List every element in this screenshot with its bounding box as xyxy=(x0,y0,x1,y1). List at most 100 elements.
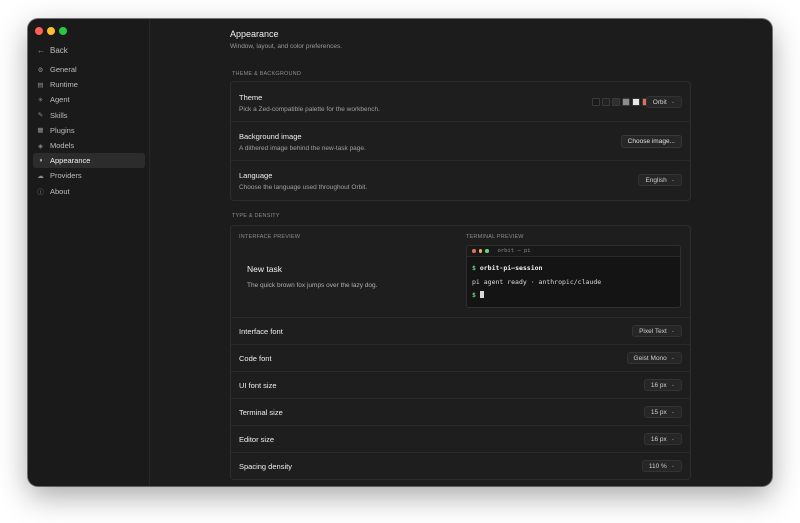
setting-value: Pixel Text xyxy=(639,327,667,335)
theme-select[interactable]: Orbit ⌄ xyxy=(645,96,682,108)
terminal-line-1: $ orbit-pi—session xyxy=(472,262,675,276)
sidebar-item-label: Agent xyxy=(50,95,70,105)
theme-swatch[interactable] xyxy=(612,98,620,106)
terminal-title: orbit — pi xyxy=(497,248,531,254)
setting-select[interactable]: 16 px ⌄ xyxy=(643,433,682,445)
setting-title: Code font xyxy=(239,354,272,363)
type-card: INTERFACE PREVIEW TERMINAL PREVIEW New t… xyxy=(230,225,691,480)
type-settings-list: Interface font Pixel Text ⌄ Code font Geist … xyxy=(231,318,690,480)
theme-swatch[interactable] xyxy=(602,98,610,106)
language-select[interactable]: English ⌄ xyxy=(638,174,682,186)
chevron-down-icon: ⌄ xyxy=(670,177,675,183)
close-window-button[interactable] xyxy=(35,27,43,35)
sidebar-item-label: About xyxy=(50,186,70,196)
preview-row: INTERFACE PREVIEW TERMINAL PREVIEW New t… xyxy=(231,226,690,318)
gear-icon: ⚙ xyxy=(37,66,44,74)
preview-text: The quick brown fox jumps over the lazy … xyxy=(247,282,378,289)
background-row: Background image A dithered image behind… xyxy=(231,122,690,161)
setting-select[interactable]: 16 px ⌄ xyxy=(643,379,682,391)
zoom-window-button[interactable] xyxy=(59,27,67,35)
chevron-down-icon: ⌄ xyxy=(670,99,675,105)
agent-icon: ✳ xyxy=(37,96,44,104)
terminal-preview: orbit — pi $ orbit-pi—session pi agent r… xyxy=(466,245,681,308)
sidebar-item-plugins[interactable]: ▦ Plugins xyxy=(33,123,145,138)
background-description: A dithered image behind the new-task pag… xyxy=(239,145,366,152)
setting-value: 15 px xyxy=(650,408,667,416)
setting-select[interactable]: 15 px ⌄ xyxy=(643,406,682,418)
setting-row: Interface font Pixel Text ⌄ xyxy=(231,318,690,345)
theme-description: Pick a Zed-compatible palette for the wo… xyxy=(239,106,380,113)
setting-row: Editor size 16 px ⌄ xyxy=(231,426,690,453)
setting-title: Spacing density xyxy=(239,462,292,471)
setting-select[interactable]: 110 % ⌄ xyxy=(641,460,682,472)
setting-value: Geist Mono xyxy=(633,354,667,362)
settings-window: ← Back ⚙ General ▤ Runtime ✳ Agent ✎ Skills ▦ Plu… xyxy=(28,19,772,486)
setting-value: 16 px xyxy=(650,381,667,389)
skills-icon: ✎ xyxy=(37,112,44,120)
sidebar-item-agent[interactable]: ✳ Agent xyxy=(33,92,145,107)
interface-preview-label: INTERFACE PREVIEW xyxy=(239,234,301,240)
sidebar-item-label: General xyxy=(50,65,77,75)
setting-row: Terminal size 15 px ⌄ xyxy=(231,399,690,426)
sidebar-item-label: Providers xyxy=(50,171,82,181)
language-description: Choose the language used throughout Orbi… xyxy=(239,184,368,191)
sidebar-item-label: Plugins xyxy=(50,125,75,135)
page-title: Appearance xyxy=(230,29,279,39)
cloud-icon: ☁ xyxy=(37,172,44,180)
sidebar-item-label: Runtime xyxy=(50,80,78,90)
terminal-prompt: $ xyxy=(472,264,476,272)
language-value: English xyxy=(645,176,667,184)
terminal-cursor xyxy=(479,291,484,298)
arrow-left-icon: ← xyxy=(37,46,45,55)
terminal-dot-red xyxy=(472,249,476,253)
setting-title: Editor size xyxy=(239,435,275,444)
back-label: Back xyxy=(50,46,68,55)
setting-row: UI font size 16 px ⌄ xyxy=(231,372,690,399)
theme-row: Theme Pick a Zed-compatible palette for … xyxy=(231,82,690,122)
setting-select[interactable]: Geist Mono ⌄ xyxy=(626,352,682,364)
setting-value: 16 px xyxy=(650,435,667,443)
sidebar-item-about[interactable]: ⓘ About xyxy=(33,184,145,199)
terminal-dot-green xyxy=(485,249,489,253)
theme-swatches xyxy=(592,98,650,106)
setting-row: Code font Geist Mono ⌄ xyxy=(231,345,690,372)
window-controls xyxy=(35,27,67,35)
theme-swatch[interactable] xyxy=(632,98,640,106)
theme-swatch[interactable] xyxy=(592,98,600,106)
sidebar-item-models[interactable]: ◈ Models xyxy=(33,138,145,153)
preview-title: New task xyxy=(247,264,282,274)
chevron-down-icon: ⌄ xyxy=(670,436,675,442)
plugins-icon: ▦ xyxy=(37,127,44,135)
setting-title: Terminal size xyxy=(239,408,283,417)
chevron-down-icon: ⌄ xyxy=(670,409,675,415)
sidebar-item-runtime[interactable]: ▤ Runtime xyxy=(33,77,145,92)
theme-swatch[interactable] xyxy=(622,98,630,106)
setting-select[interactable]: Pixel Text ⌄ xyxy=(632,325,682,337)
chevron-down-icon: ⌄ xyxy=(670,463,675,469)
info-icon: ⓘ xyxy=(37,189,44,197)
terminal-prompt: $ xyxy=(472,291,476,299)
terminal-preview-label: TERMINAL PREVIEW xyxy=(466,234,524,240)
chevron-down-icon: ⌄ xyxy=(670,355,675,361)
minimize-window-button[interactable] xyxy=(47,27,55,35)
terminal-line-3: $ xyxy=(472,289,675,303)
setting-title: UI font size xyxy=(239,381,277,390)
theme-title: Theme xyxy=(239,93,263,102)
terminal-line-2: pi agent ready · anthropic/claude xyxy=(472,277,602,286)
terminal-command: orbit-pi—session xyxy=(479,264,543,272)
models-icon: ◈ xyxy=(38,142,43,150)
sidebar-item-skills[interactable]: ✎ Skills xyxy=(33,108,145,123)
section-label-theme: THEME & BACKGROUND xyxy=(232,71,301,77)
sidebar-item-providers[interactable]: ☁ Providers xyxy=(33,168,145,183)
sidebar-item-label: Appearance xyxy=(50,156,91,166)
choose-image-button[interactable]: Choose image... xyxy=(620,135,682,148)
back-button[interactable]: ← Back xyxy=(37,46,68,55)
sidebar-item-general[interactable]: ⚙ General xyxy=(33,62,145,77)
runtime-icon: ▤ xyxy=(37,81,44,89)
theme-card: Theme Pick a Zed-compatible palette for … xyxy=(230,81,691,201)
terminal-body: $ orbit-pi—session pi agent ready · anth… xyxy=(467,257,680,307)
section-label-type: TYPE & DENSITY xyxy=(232,213,280,219)
language-title: Language xyxy=(239,171,273,180)
sidebar-item-appearance[interactable]: ◑ Appearance xyxy=(33,153,145,169)
setting-row: Spacing density 110 % ⌄ xyxy=(231,453,690,480)
